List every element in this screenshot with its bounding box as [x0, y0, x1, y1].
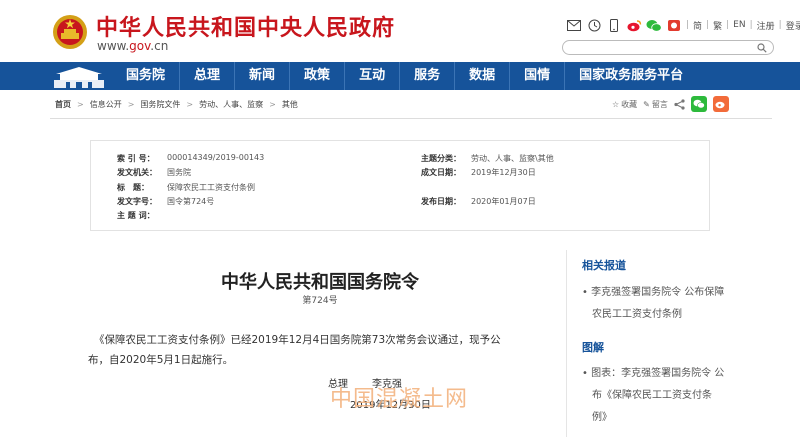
bullet-icon: • — [582, 287, 592, 298]
breadcrumb-other[interactable]: 其他 — [282, 99, 298, 110]
nav-policy[interactable]: 政策 — [289, 62, 344, 90]
star-icon: ☆ — [612, 99, 620, 109]
meta-index-row: 索 引 号： 000014349/2019-00143 — [117, 153, 265, 163]
login-link[interactable]: 登录 — [786, 19, 800, 32]
app-icon[interactable] — [666, 17, 682, 33]
tiananmen-home-icon[interactable] — [50, 62, 108, 90]
site-domain: www.gov.cn — [97, 39, 169, 53]
simplified-link[interactable]: 简 — [693, 19, 702, 32]
related-report-link[interactable]: • 李克强签署国务院令 公布保障 — [582, 283, 724, 298]
mail-icon[interactable] — [566, 17, 582, 33]
chevron-right-icon: > — [186, 99, 194, 109]
main-nav: 国务院 总理 新闻 政策 互动 服务 数据 国情 国家政务服务平台 — [0, 62, 800, 90]
document-metadata: 索 引 号： 000014349/2019-00143 主题分类： 劳动、人事、监察… — [90, 140, 710, 231]
register-link[interactable]: 注册 — [757, 19, 775, 32]
meta-docno-row: 发文字号： 国令第724号 — [117, 197, 215, 206]
breadcrumb-info-disclosure[interactable]: 信息公开 — [90, 99, 122, 110]
meta-keyword-row: 主 题 词： — [117, 211, 155, 220]
related-report-link-cont[interactable]: 农民工工资支付条例 — [592, 305, 682, 320]
meta-date-row: 成文日期： 2019年12月30日 — [421, 168, 536, 177]
search-input[interactable] — [562, 40, 774, 55]
national-emblem-icon[interactable] — [52, 12, 88, 52]
nav-national-info[interactable]: 国情 — [509, 62, 564, 90]
wechat-icon[interactable] — [646, 17, 662, 33]
article-tools: ☆ 收藏 ✎ 留言 — [612, 94, 729, 114]
breadcrumb-state-council-docs[interactable]: 国务院文件 — [140, 99, 180, 110]
nav-premier[interactable]: 总理 — [179, 62, 234, 90]
chevron-right-icon: > — [77, 99, 84, 109]
traditional-link[interactable]: 繁 — [713, 19, 722, 32]
weibo-share-icon[interactable] — [712, 96, 729, 112]
search-icon[interactable] — [757, 43, 767, 53]
nav-news[interactable]: 新闻 — [234, 62, 289, 90]
breadcrumb: 首页 > 信息公开 > 国务院文件 > 劳动、人事、监察 > 其他 — [55, 96, 298, 112]
breadcrumb-labor[interactable]: 劳动、人事、监察 — [199, 99, 263, 110]
meta-pubdate-row: 发布日期： 2020年01月07日 — [421, 197, 536, 206]
nav-data[interactable]: 数据 — [454, 62, 509, 90]
graphics-heading: 图解 — [582, 341, 604, 354]
pencil-icon: ✎ — [643, 99, 650, 109]
share-icon[interactable] — [674, 98, 685, 110]
nav-state-council[interactable]: 国务院 — [112, 62, 179, 90]
nav-items: 国务院 总理 新闻 政策 互动 服务 数据 国情 国家政务服务平台 — [112, 62, 697, 90]
bullet-icon: • — [582, 368, 592, 379]
article-paragraph-line1: 《保障农民工工资支付条例》已经2019年12月4日国务院第73次常务会议通过，现… — [94, 334, 501, 346]
nav-interaction[interactable]: 互动 — [344, 62, 399, 90]
nav-gov-service-platform[interactable]: 国家政务服务平台 — [564, 62, 697, 90]
watermark: 中国混凝土网 — [330, 387, 469, 412]
graphic-link-cont[interactable]: 布《保障农民工工资支付条 — [592, 386, 712, 401]
favorite-button[interactable]: ☆ 收藏 — [612, 99, 637, 110]
mobile-icon[interactable] — [606, 17, 622, 33]
clock-icon[interactable] — [586, 17, 602, 33]
utility-bar: | 简 | 繁 | EN | 注册 | 登录 — [566, 16, 800, 34]
message-button[interactable]: ✎ 留言 — [643, 99, 668, 110]
weibo-icon[interactable] — [626, 17, 642, 33]
divider — [50, 118, 772, 119]
breadcrumb-home[interactable]: 首页 — [55, 99, 71, 110]
wechat-share-icon[interactable] — [690, 96, 707, 112]
related-reports-heading: 相关报道 — [582, 259, 626, 272]
chevron-right-icon: > — [127, 99, 135, 109]
meta-topic-row: 主题分类： 劳动、人事、监察\其他 — [421, 154, 554, 163]
english-link[interactable]: EN — [733, 20, 745, 30]
graphic-link-cont2[interactable]: 例》 — [592, 408, 612, 423]
meta-org-row: 发文机关： 国务院 — [117, 168, 191, 177]
chevron-right-icon: > — [269, 99, 276, 109]
article-number: 第724号 — [302, 296, 338, 306]
article-paragraph-line2: 布，自2020年5月1日起施行。 — [88, 354, 234, 366]
site-title[interactable]: 中华人民共和国中央人民政府 — [96, 10, 395, 42]
nav-service[interactable]: 服务 — [399, 62, 454, 90]
graphic-link[interactable]: • 图表：李克强签署国务院令 公 — [582, 364, 724, 379]
article-title: 中华人民共和国国务院令 — [221, 272, 419, 293]
meta-title-row: 标 题： 保障农民工工资支付条例 — [117, 183, 255, 192]
sidebar-divider — [566, 250, 567, 437]
site-header: 中华人民共和国中央人民政府 www.gov.cn | 简 | 繁 | EN | … — [0, 0, 800, 62]
